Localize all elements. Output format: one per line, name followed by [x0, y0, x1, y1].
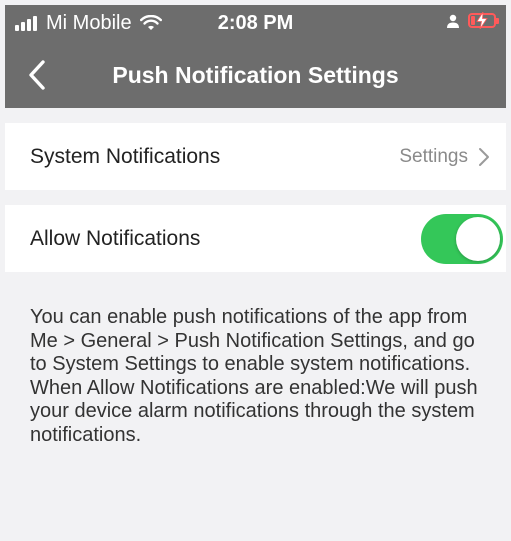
- settings-link-label: Settings: [399, 145, 468, 167]
- allow-notifications-toggle[interactable]: [421, 213, 503, 264]
- system-notifications-row[interactable]: System Notifications Settings: [5, 123, 506, 190]
- page-title: Push Notification Settings: [112, 62, 399, 88]
- allow-notifications-label: Allow Notifications: [30, 226, 201, 250]
- nav-bar: Push Notification Settings: [5, 41, 506, 108]
- status-time: 2:08 PM: [217, 12, 294, 34]
- header: Mi Mobile 2:08 PM Push Notification Sett…: [5, 5, 506, 108]
- description-paragraph-1: You can enable push notifications of the…: [30, 306, 475, 375]
- toggle-knob: [456, 216, 500, 261]
- person-icon: [447, 14, 459, 28]
- settings-link[interactable]: Settings: [399, 146, 506, 168]
- battery-icon: [468, 12, 499, 29]
- status-right: [446, 12, 499, 29]
- allow-notifications-row: Allow Notifications: [5, 205, 506, 272]
- charging-bolt-icon: [476, 12, 488, 29]
- chevron-right-icon: [479, 147, 489, 166]
- battery-level: [471, 16, 475, 25]
- status-bar: Mi Mobile 2:08 PM: [5, 5, 506, 41]
- description-paragraph-2: When Allow Notifications are enabled:We …: [30, 376, 478, 446]
- description-text: You can enable push notifications of the…: [30, 306, 495, 447]
- system-notifications-label: System Notifications: [30, 144, 221, 168]
